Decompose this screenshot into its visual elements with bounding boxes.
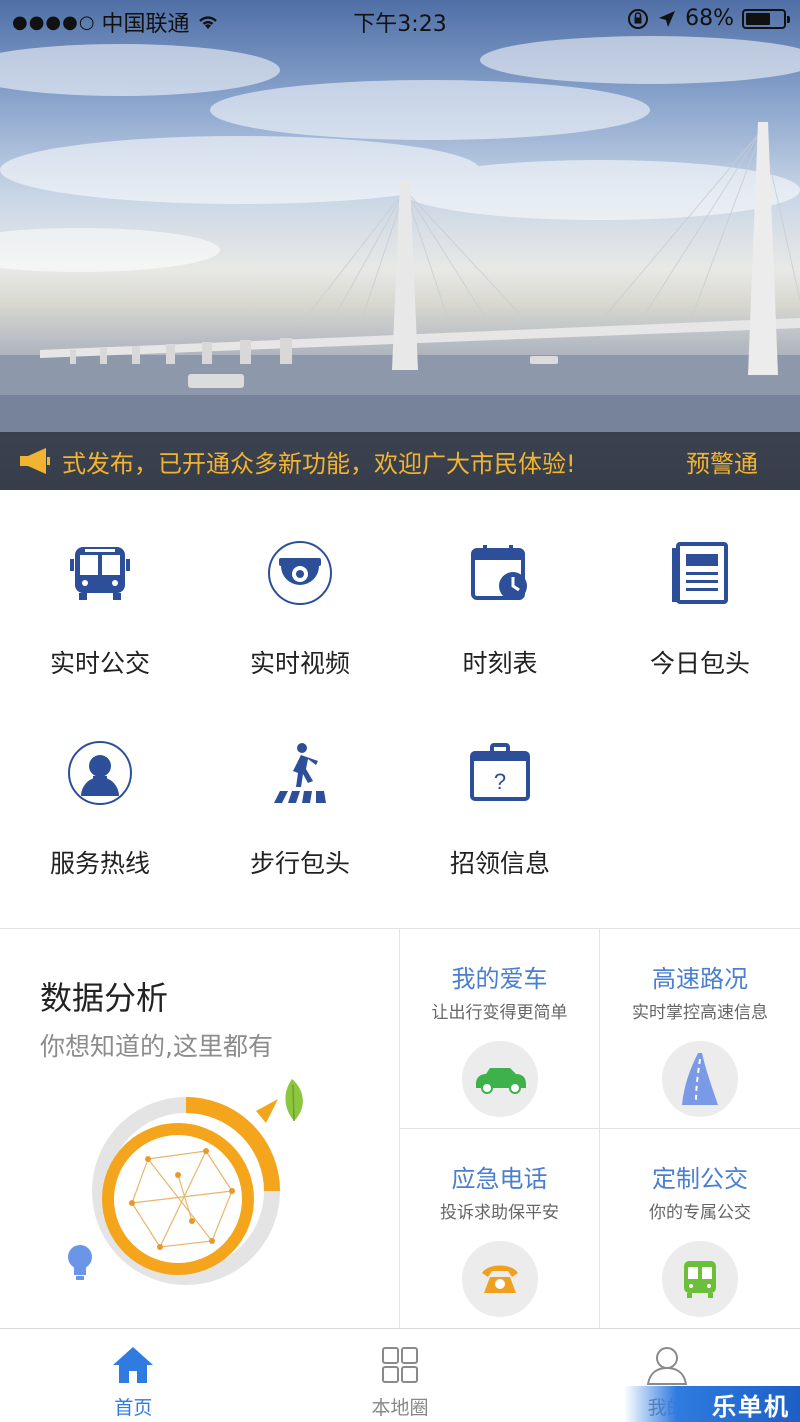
feature-title: 我的爱车 xyxy=(451,965,548,993)
grid-item-service-hotline[interactable]: 服务热线 xyxy=(0,710,200,910)
bus-icon xyxy=(70,547,130,600)
grid-item-walk-baotou[interactable]: 步行包头 xyxy=(200,710,400,910)
watermark-logo: 乐单机 xyxy=(624,1386,800,1422)
grid-item-label: 服务热线 xyxy=(49,849,150,878)
grid-item-label: 今日包头 xyxy=(649,649,750,678)
location-arrow-icon xyxy=(659,10,676,27)
profile-icon xyxy=(646,1347,687,1385)
feature-title: 应急电话 xyxy=(451,1165,548,1193)
watermark-text: 乐单机 xyxy=(712,1392,790,1421)
feature-emergency-phone[interactable]: 应急电话 投诉求助保平安 xyxy=(400,1129,600,1329)
data-analysis-subtitle: 你想知道的,这里都有 xyxy=(40,1032,273,1061)
feature-subtitle: 实时掌控高速信息 xyxy=(632,1003,768,1023)
feature-subtitle: 你的专属公交 xyxy=(649,1203,751,1223)
feature-section: 数据分析 你想知道的,这里都有 我的爱车 让出行变得更简单 高速路况 实时掌控高… xyxy=(0,928,800,1329)
user-service-icon xyxy=(68,741,132,805)
data-analysis-card[interactable]: 数据分析 你想知道的,这里都有 xyxy=(0,929,400,1329)
lightbulb-icon xyxy=(68,1245,92,1280)
feature-my-car[interactable]: 我的爱车 让出行变得更简单 xyxy=(400,929,600,1129)
notice-bar[interactable]: 式发布，已开通众多新功能，欢迎广大市民体验! 预警通 xyxy=(0,432,800,490)
car-icon xyxy=(475,1068,526,1094)
home-icon xyxy=(113,1347,154,1383)
app-screen: ●●●●○ 中国联通 下午3:23 68% 式发布，已开通众多新功能，欢迎广大市… xyxy=(0,0,800,1422)
megaphone-icon xyxy=(20,448,50,474)
battery-icon xyxy=(742,8,790,29)
bridge-photo xyxy=(0,36,800,435)
tab-label: 首页 xyxy=(114,1397,153,1419)
status-bar: ●●●●○ 中国联通 下午3:23 68% xyxy=(0,0,800,40)
tab-label: 本地圈 xyxy=(371,1397,429,1419)
grid-item-label: 时刻表 xyxy=(462,649,538,678)
tab-local-circle[interactable]: 本地圈 xyxy=(267,1329,534,1422)
grid-item-label: 招领信息 xyxy=(449,849,550,878)
bus-icon xyxy=(684,1261,716,1298)
grid-item-label: 步行包头 xyxy=(249,849,350,878)
battery-percent: 68% xyxy=(685,6,734,31)
camera-icon xyxy=(268,541,332,605)
feature-title: 高速路况 xyxy=(652,965,748,993)
grid-item-lost-found[interactable]: ? 招领信息 xyxy=(400,710,600,910)
calendar-clock-icon xyxy=(471,545,527,600)
notice-text: 式发布，已开通众多新功能，欢迎广大市民体验! xyxy=(62,449,576,478)
grid-item-label: 实时视频 xyxy=(249,649,350,678)
notice-brand: 预警通 xyxy=(686,449,758,478)
svg-text:?: ? xyxy=(494,769,506,794)
grid-item-realtime-bus[interactable]: 实时公交 xyxy=(0,510,200,710)
grid-item-realtime-video[interactable]: 实时视频 xyxy=(200,510,400,710)
grid-icon xyxy=(382,1347,418,1383)
hero-banner[interactable]: ●●●●○ 中国联通 下午3:23 68% 式发布，已开通众多新功能，欢迎广大市… xyxy=(0,0,800,490)
grid-item-label: 实时公交 xyxy=(49,649,150,678)
feature-subtitle: 投诉求助保平安 xyxy=(440,1203,559,1223)
data-analysis-title: 数据分析 xyxy=(40,979,169,1017)
highway-icon xyxy=(682,1053,718,1105)
feature-title: 定制公交 xyxy=(652,1165,748,1193)
lost-found-icon: ? xyxy=(470,743,530,801)
service-grid: 实时公交 实时视频 时刻表 今日包头 服务热线 步行包头 ? 招领信息 xyxy=(0,490,800,930)
feature-custom-bus[interactable]: 定制公交 你的专属公交 xyxy=(600,1129,800,1329)
rotation-lock-icon xyxy=(628,8,649,29)
pedestrian-icon xyxy=(274,743,326,803)
newspaper-icon xyxy=(672,542,728,604)
data-analysis-illustration xyxy=(68,1079,303,1285)
feature-highway-traffic[interactable]: 高速路况 实时掌控高速信息 xyxy=(600,929,800,1129)
phone-icon xyxy=(481,1265,518,1293)
feature-subtitle: 让出行变得更简单 xyxy=(431,1003,568,1023)
tab-home[interactable]: 首页 xyxy=(0,1329,267,1422)
grid-item-today-baotou[interactable]: 今日包头 xyxy=(600,510,800,710)
grid-item-timetable[interactable]: 时刻表 xyxy=(400,510,600,710)
